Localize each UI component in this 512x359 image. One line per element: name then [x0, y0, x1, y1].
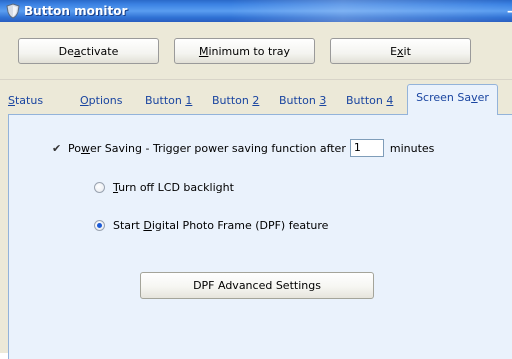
tab-strip: Status Options Button 1 Button 2 Button … [0, 79, 512, 115]
dpf-feature-option[interactable]: Start Digital Photo Frame (DPF) feature [94, 219, 328, 232]
window: Button monitor – Deactivate Minimum to t… [0, 0, 512, 359]
toolbar: De a ctivate Minimum to tray Ex it [0, 22, 512, 79]
tab-label-key: S [8, 94, 15, 107]
exit-label-pre: E [390, 44, 398, 58]
dpf-feature-radio[interactable] [94, 220, 105, 231]
tab-screen-saver[interactable]: Screen Saver [407, 84, 498, 115]
tab-label-key: 1 [185, 94, 193, 107]
dpf-feature-label-post: igital Photo Frame (DPF) feature [151, 219, 329, 232]
tab-label-key: O [80, 94, 89, 107]
minutes-input[interactable]: 1 [349, 139, 384, 157]
tab-label-pre: Screen Sa [416, 91, 472, 104]
dpf-feature-label-key: D [143, 219, 152, 232]
minimize-to-tray-button[interactable]: Minimum to tray [174, 38, 315, 64]
deactivate-label-pre: De [58, 44, 74, 58]
tab-label-pre: Button [212, 94, 253, 107]
exit-button[interactable]: Ex it [330, 38, 471, 64]
power-saving-label-post: er Saving - Trigger power saving functio… [89, 141, 346, 155]
tab-button-3[interactable]: Button 3 [279, 91, 326, 111]
tab-label-post: er [477, 91, 489, 104]
tab-label-pre: Button [145, 94, 186, 107]
tab-status[interactable]: Status [8, 91, 43, 111]
checkmark-icon[interactable]: ✔ [52, 142, 62, 155]
tab-label-post: ptions [88, 94, 123, 107]
power-saving-label-key: w [80, 141, 90, 155]
deactivate-button[interactable]: De a ctivate [18, 38, 159, 64]
lcd-backlight-label: Turn off LCD backlight [113, 181, 234, 194]
tab-button-4[interactable]: Button 4 [346, 91, 393, 111]
tab-label-pre: Button [279, 94, 320, 107]
dpf-feature-label-pre: Start [113, 219, 144, 232]
minimize-label-key: M [198, 44, 209, 58]
shield-icon [6, 3, 20, 19]
tab-button-2[interactable]: Button 2 [212, 91, 259, 111]
power-saving-label-pre: Po [68, 141, 81, 155]
tab-options[interactable]: Options [80, 91, 122, 111]
minimize-window-button[interactable]: – [507, 4, 512, 18]
title-bar[interactable]: Button monitor – [0, 0, 512, 22]
minutes-label: minutes [389, 141, 435, 155]
lcd-backlight-option[interactable]: Turn off LCD backlight [94, 181, 234, 194]
power-saving-checkbox-label[interactable]: Power Saving - Trigger power saving func… [68, 142, 346, 155]
lcd-backlight-radio[interactable] [94, 182, 105, 193]
tab-button-1[interactable]: Button 1 [145, 91, 192, 111]
deactivate-label-key: a [73, 44, 81, 58]
active-tab-connector [408, 114, 497, 116]
lcd-backlight-label-post: urn off LCD backlight [118, 181, 234, 194]
window-title: Button monitor [24, 4, 128, 18]
deactivate-label-post: ctivate [80, 44, 119, 58]
tab-label-key: 3 [319, 94, 327, 107]
tab-label-key: 2 [252, 94, 260, 107]
dpf-advanced-settings-label: DPF Advanced Settings [193, 279, 321, 292]
tab-label-post: tatus [14, 94, 44, 107]
dpf-advanced-settings-button[interactable]: DPF Advanced Settings [140, 272, 374, 299]
exit-label-post: it [403, 44, 411, 58]
tab-label-key: 4 [386, 94, 394, 107]
power-saving-row: ✔ Power Saving - Trigger power saving fu… [52, 139, 434, 157]
dpf-feature-label: Start Digital Photo Frame (DPF) feature [113, 219, 328, 232]
minimize-label-post: inimum to tray [208, 44, 291, 58]
tab-label-pre: Button [346, 94, 387, 107]
